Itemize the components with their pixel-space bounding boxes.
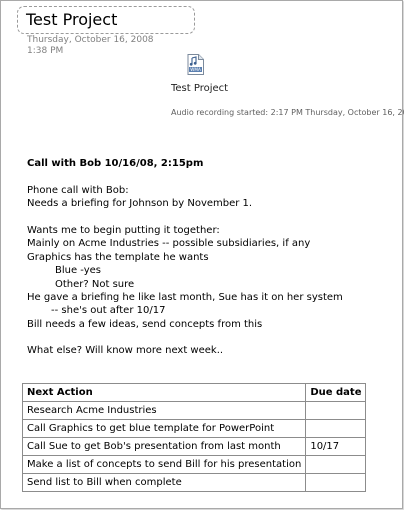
table-row: Make a list of concepts to send Bill for… bbox=[21, 455, 367, 474]
note-line: Graphics has the template he wants bbox=[27, 251, 209, 263]
notes-heading: Call with Bob 10/16/08, 2:15pm bbox=[27, 158, 204, 169]
page-title[interactable]: Test Project bbox=[26, 10, 117, 29]
action-cell[interactable]: Research Acme Industries bbox=[21, 401, 307, 420]
note-line: What else? Will know more next week.. bbox=[27, 345, 224, 357]
note-line: Blue -yes bbox=[55, 265, 102, 277]
table-row: Send list to Bill when complete bbox=[21, 473, 367, 492]
due-date-cell[interactable] bbox=[305, 419, 367, 438]
table-row: Research Acme Industries bbox=[21, 401, 367, 420]
note-line: Mainly on Acme Industries -- possible su… bbox=[27, 238, 311, 250]
note-line: Other? Not sure bbox=[55, 278, 135, 290]
due-date-cell[interactable] bbox=[305, 401, 367, 420]
action-cell[interactable]: Make a list of concepts to send Bill for… bbox=[21, 455, 307, 474]
wma-file-icon[interactable]: WMA bbox=[187, 54, 204, 75]
note-line: Needs a briefing for Johnson by November… bbox=[27, 198, 253, 210]
page-title-box[interactable]: Test Project bbox=[17, 6, 195, 34]
action-cell[interactable]: Call Sue to get Bob's presentation from … bbox=[21, 437, 307, 456]
page-date: Thursday, October 16, 2008 bbox=[27, 35, 154, 45]
due-date-cell[interactable] bbox=[305, 455, 367, 474]
due-date-cell[interactable] bbox=[305, 473, 367, 492]
action-cell[interactable]: Send list to Bill when complete bbox=[21, 473, 307, 492]
note-line: -- she's out after 10/17 bbox=[51, 305, 166, 317]
table-header-row: Next Action Due date bbox=[21, 383, 367, 402]
note-line: Bill needs a few ideas, send concepts fr… bbox=[27, 318, 263, 330]
audio-title[interactable]: Test Project bbox=[171, 83, 228, 94]
wma-icon-label: WMA bbox=[190, 67, 201, 72]
header-due-date: Due date bbox=[305, 383, 367, 402]
action-cell[interactable]: Call Graphics to get blue template for P… bbox=[21, 419, 307, 438]
due-date-cell[interactable]: 10/17 bbox=[305, 437, 367, 456]
page-time: 1:38 PM bbox=[27, 46, 64, 56]
note-line: Phone call with Bob: bbox=[27, 184, 129, 196]
note-line: He gave a briefing he like last month, S… bbox=[27, 291, 343, 303]
note-line: Wants me to begin putting it together: bbox=[27, 224, 220, 236]
notes-outline[interactable]: Call with Bob 10/16/08, 2:15pm Phone cal… bbox=[27, 157, 397, 358]
next-action-table[interactable]: Next Action Due date Research Acme Indus… bbox=[21, 383, 367, 492]
audio-recording-started: Audio recording started: 2:17 PM Thursda… bbox=[171, 108, 404, 117]
table-row: Call Sue to get Bob's presentation from … bbox=[21, 437, 367, 456]
table-row: Call Graphics to get blue template for P… bbox=[21, 419, 367, 438]
header-next-action: Next Action bbox=[21, 383, 307, 402]
